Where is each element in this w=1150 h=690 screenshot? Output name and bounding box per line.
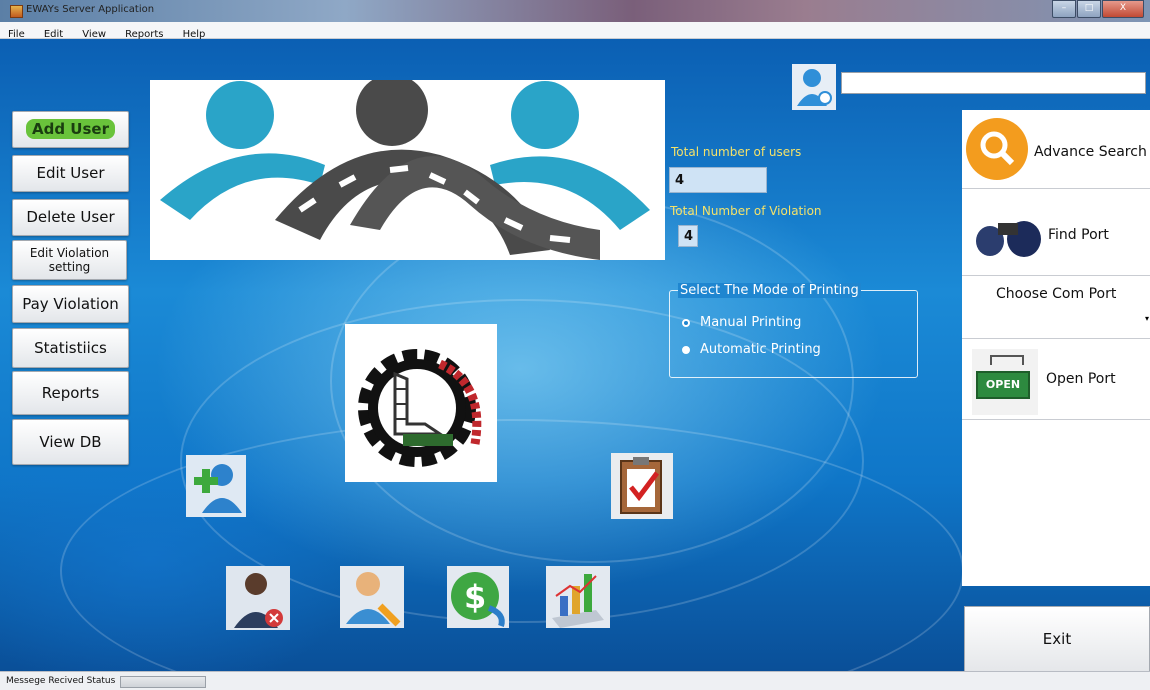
menu-bar: File Edit View Reports Help <box>0 22 1150 40</box>
printing-mode-title: Select The Mode of Printing <box>678 283 861 298</box>
add-user-label: Add User <box>26 119 115 139</box>
status-label: Messege Recived Status <box>6 676 116 686</box>
edit-user-icon[interactable] <box>340 566 404 628</box>
user-search-graphic <box>797 69 832 106</box>
total-violation-value: 4 <box>678 225 698 247</box>
delete-user-icon[interactable] <box>226 566 290 630</box>
pay-violation-button[interactable]: Pay Violation <box>12 285 129 323</box>
status-progress-bar <box>120 676 206 688</box>
university-logo <box>345 324 497 482</box>
gear-logo-graphic <box>358 349 482 467</box>
open-sign-text: OPEN <box>976 371 1030 399</box>
window-controls: – □ X <box>1051 0 1144 18</box>
edit-violation-setting-button[interactable]: Edit Violation setting <box>12 240 127 280</box>
dollar-refresh-icon[interactable]: $ <box>447 566 509 628</box>
close-button[interactable]: X <box>1102 0 1144 18</box>
title-bar[interactable]: EWAYs Server Application – □ X <box>0 0 1150 22</box>
advance-search-label: Advance Search <box>1034 144 1147 160</box>
window-title: EWAYs Server Application <box>26 4 155 15</box>
delete-user-button[interactable]: Delete User <box>12 199 129 236</box>
manual-printing-label: Manual Printing <box>700 315 802 330</box>
status-bar: Messege Recived Status <box>0 671 1150 690</box>
statistics-button[interactable]: Statistiics <box>12 328 129 368</box>
minimize-button[interactable]: – <box>1052 0 1076 18</box>
exit-button[interactable]: Exit <box>964 606 1150 671</box>
advance-search-button[interactable]: Advance Search <box>962 110 1150 189</box>
dollar-graphic: $ <box>451 572 505 627</box>
bar-chart-graphic <box>552 574 604 628</box>
total-users-label: Total number of users <box>671 145 802 159</box>
com-port-select[interactable]: ▾ <box>962 308 1150 332</box>
eways-logo-graphic <box>160 74 650 260</box>
manual-printing-radio[interactable]: Manual Printing <box>682 315 801 330</box>
radio-indicator <box>682 318 690 327</box>
main-area: Add User Edit User Delete User Edit Viol… <box>0 39 1150 671</box>
view-db-button[interactable]: View DB <box>12 419 129 465</box>
total-violation-label: Total Number of Violation <box>670 204 822 218</box>
edit-user-graphic <box>346 572 401 627</box>
magnifier-icon <box>966 118 1028 180</box>
add-user-button[interactable]: Add User <box>12 111 129 148</box>
maximize-button[interactable]: □ <box>1077 0 1101 18</box>
open-sign-icon: OPEN <box>972 349 1038 415</box>
printing-mode-group: Select The Mode of Printing Manual Print… <box>669 283 918 378</box>
add-user-graphic <box>194 464 242 513</box>
add-user-icon[interactable] <box>186 455 246 517</box>
radio-indicator <box>682 345 690 354</box>
reports-button[interactable]: Reports <box>12 371 129 415</box>
user-search-icon[interactable] <box>792 64 836 110</box>
edit-user-button[interactable]: Edit User <box>12 155 129 192</box>
open-port-label: Open Port <box>1046 371 1116 387</box>
choose-com-port-label: Choose Com Port <box>996 286 1117 302</box>
app-window: EWAYs Server Application – □ X File Edit… <box>0 0 1150 690</box>
binoculars-icon <box>976 221 1041 257</box>
app-icon <box>10 5 23 18</box>
find-port-button[interactable]: Find Port <box>962 189 1150 276</box>
open-port-button[interactable]: OPEN Open Port <box>962 338 1150 420</box>
eways-logo <box>150 74 665 260</box>
clipboard-check-icon[interactable] <box>611 453 673 519</box>
clipboard-graphic <box>620 457 662 514</box>
find-port-label: Find Port <box>1048 227 1109 243</box>
search-input[interactable] <box>841 72 1146 94</box>
automatic-printing-radio[interactable]: Automatic Printing <box>682 342 821 357</box>
delete-user-graphic <box>234 573 283 628</box>
svg-text:$: $ <box>464 578 486 616</box>
automatic-printing-label: Automatic Printing <box>700 342 821 357</box>
total-users-value: 4 <box>669 167 767 193</box>
chevron-down-icon: ▾ <box>1144 314 1149 323</box>
bar-chart-icon[interactable] <box>546 566 610 628</box>
right-panel: Advance Search Find Port Choose Com Port… <box>962 110 1150 586</box>
